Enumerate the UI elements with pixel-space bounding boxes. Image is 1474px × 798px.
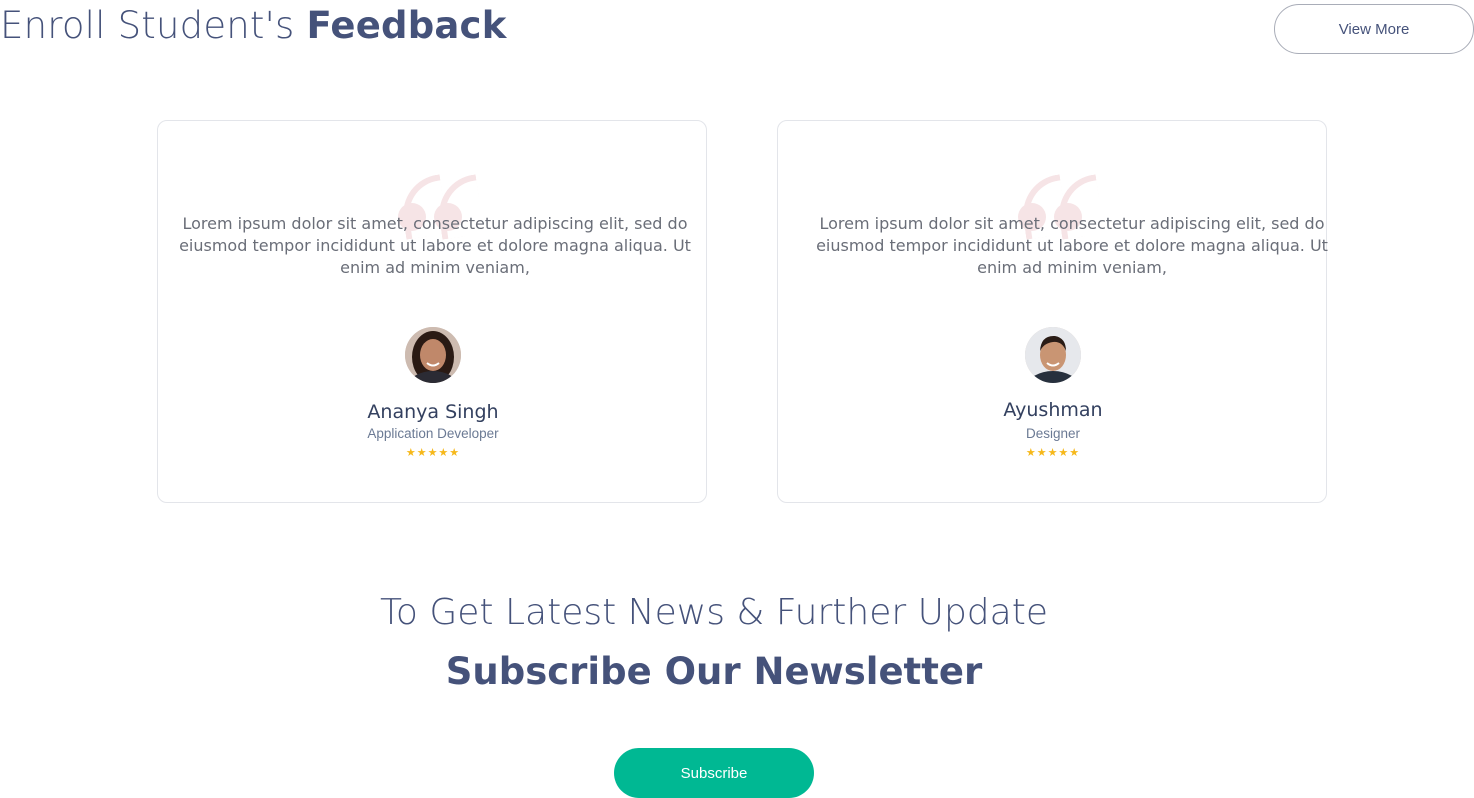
- avatar: [405, 327, 461, 383]
- testimonial-text: Lorem ipsum dolor sit amet, consectetur …: [179, 214, 691, 277]
- person-name: Ananya Singh: [367, 401, 499, 423]
- testimonial-text: Lorem ipsum dolor sit amet, consectetur …: [816, 214, 1328, 277]
- newsletter-subheading: To Get Latest News & Further Update: [380, 592, 1048, 633]
- section-title-light: Enroll Student's: [0, 4, 307, 47]
- section-title-bold: Feedback: [306, 4, 507, 47]
- testimonial-card: Lorem ipsum dolor sit amet, consectetur …: [157, 120, 707, 503]
- person-name: Ayushman: [1003, 399, 1103, 421]
- person-role: Designer: [1025, 426, 1081, 441]
- person-role: Application Developer: [367, 426, 499, 441]
- section-title: Enroll Student's Feedback: [0, 4, 507, 47]
- view-more-button[interactable]: View More: [1274, 4, 1474, 54]
- star-rating: ★★★★★: [1025, 447, 1081, 459]
- avatar: [1025, 327, 1081, 383]
- subscribe-button[interactable]: Subscribe: [614, 748, 814, 798]
- testimonial-card: Lorem ipsum dolor sit amet, consectetur …: [777, 120, 1328, 503]
- newsletter-heading: Subscribe Our Newsletter: [445, 650, 983, 693]
- star-rating: ★★★★★: [405, 447, 461, 459]
